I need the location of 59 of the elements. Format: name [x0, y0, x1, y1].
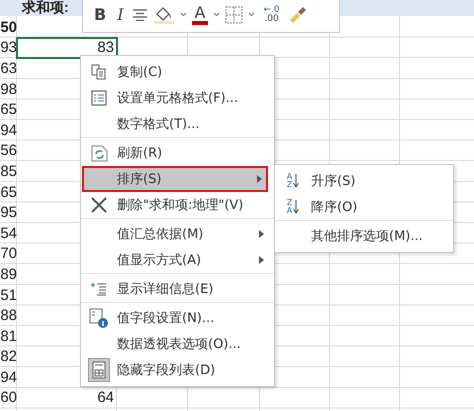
menu-item[interactable]: 其他排序选项(M)... [275, 223, 453, 249]
submenu-arrow-icon [259, 256, 264, 264]
menu-item[interactable]: 数字格式(T)... [81, 111, 274, 138]
table-cell: 94 [0, 368, 17, 386]
submenu-arrow-icon [259, 230, 264, 238]
menu-item[interactable]: A Z 升序(S) [275, 168, 453, 194]
submenu-arrow-icon [257, 175, 262, 183]
table-cell: 56 [0, 142, 17, 160]
copy-icon [91, 64, 107, 80]
selected-cell[interactable]: 83 [17, 38, 117, 58]
center-align-icon[interactable] [132, 8, 148, 20]
menu-item[interactable]: 数据透视表选项(O)... [81, 331, 274, 357]
table-cell: 60 [0, 389, 17, 406]
menu-item[interactable]: 复制(C) [81, 59, 274, 85]
menu-item[interactable]: 刷新(R) [81, 140, 274, 166]
menu-item[interactable]: 值汇总依据(M) [81, 221, 274, 247]
menu-item[interactable]: 隐藏字段列表(D) [81, 357, 274, 383]
table-cell: 65 [0, 101, 17, 118]
table-cell: 64 [97, 389, 114, 406]
table-cell: 81 [0, 328, 17, 345]
bold-button[interactable]: B [91, 5, 110, 24]
table-cell: 98 [0, 80, 17, 98]
decrease-decimal-button[interactable]: ←.0 .00 [260, 6, 283, 24]
borders-icon[interactable] [225, 6, 244, 24]
table-cell: 83 [97, 39, 114, 56]
brush-icon[interactable] [288, 4, 308, 24]
menu-item[interactable]: 值显示方式(A) [81, 247, 274, 274]
delete-icon [91, 197, 107, 213]
menu-item[interactable]: 设置单元格格式(F)... [81, 85, 274, 111]
list-icon [91, 90, 107, 106]
caret-icon[interactable] [213, 12, 220, 17]
font-color-button[interactable]: A [192, 4, 208, 24]
italic-button[interactable]: I [114, 5, 127, 24]
field-settings-icon [89, 308, 109, 328]
table-cell: 88 [0, 307, 17, 324]
column-header: 求和项: [22, 0, 69, 17]
refresh-icon [90, 144, 108, 162]
table-cell: 50 [0, 18, 17, 36]
table-cell: 89 [0, 266, 17, 283]
fill-bucket-icon[interactable] [152, 4, 175, 24]
table-cell: 63 [0, 60, 17, 77]
menu-item[interactable]: 删除"求和项:地理"(V) [81, 192, 274, 219]
table-cell: 94 [0, 122, 17, 139]
table-cell: 51 [0, 286, 17, 304]
show-detail-icon [91, 282, 107, 296]
table-cell: 82 [0, 348, 17, 366]
menu-item[interactable]: 值字段设置(N)... [81, 305, 274, 331]
menu-item[interactable]: Z A 降序(O) [275, 194, 453, 221]
table-cell: 70 [0, 245, 17, 262]
table-cell: 54 [0, 224, 17, 242]
table-cell: 95 [0, 204, 17, 222]
menu-item[interactable]: 显示详细信息(E) [81, 276, 274, 303]
menu-item[interactable]: 排序(S) [82, 166, 268, 192]
caret-icon[interactable] [180, 12, 187, 17]
table-cell: 85 [0, 162, 17, 180]
table-cell: 65 [0, 184, 17, 201]
caret-icon[interactable] [248, 12, 256, 17]
table-cell: 93 [0, 39, 17, 56]
field-list-icon [92, 361, 106, 379]
